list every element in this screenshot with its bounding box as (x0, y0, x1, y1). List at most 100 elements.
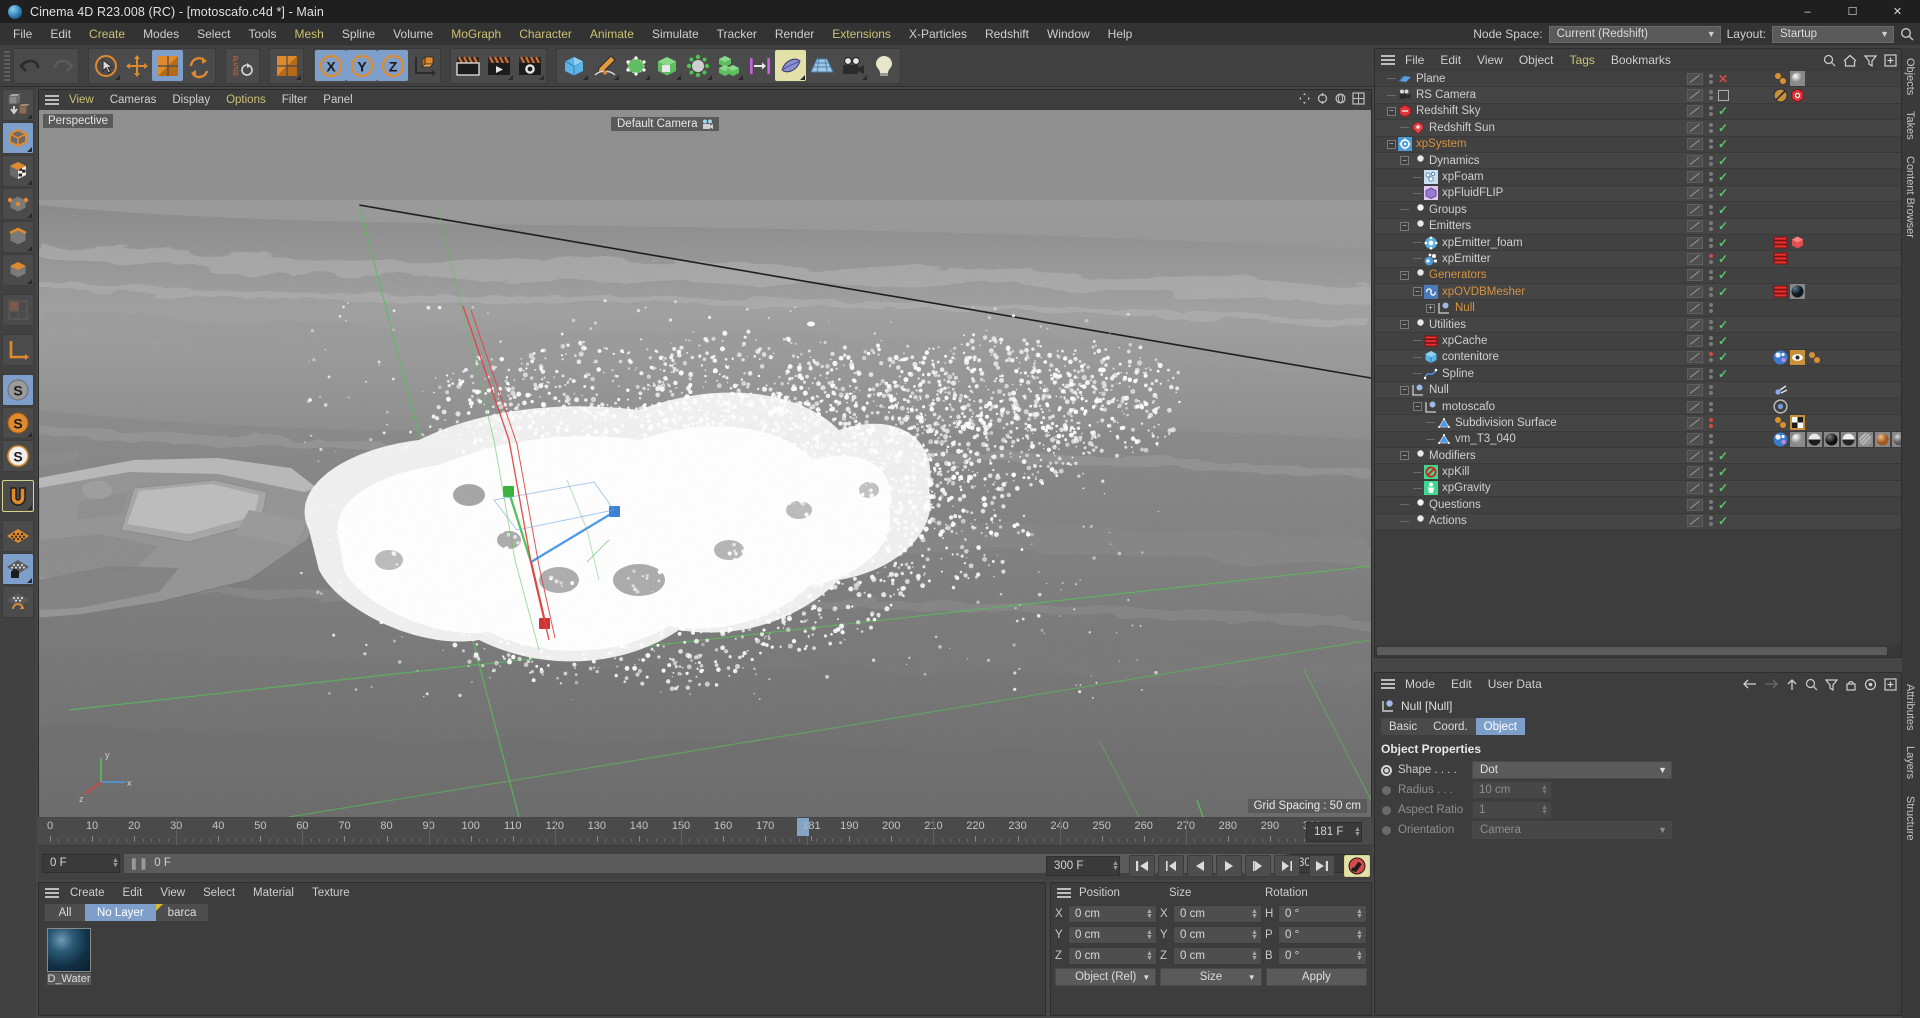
object-tree-row[interactable]: Actions✓ (1375, 514, 1901, 530)
enabled-check-icon[interactable]: ✓ (1718, 318, 1728, 332)
spinner-icon[interactable]: ▲▼ (1250, 951, 1259, 961)
spinner-icon[interactable]: ▲▼ (1250, 909, 1259, 919)
make-editable-button[interactable] (2, 89, 34, 121)
object-layer-box[interactable] (1687, 401, 1703, 413)
visibility-dots-icon[interactable] (1709, 301, 1713, 315)
object-name-label[interactable]: xpOVDBMesher (1442, 286, 1525, 298)
object-name-label[interactable]: Redshift Sun (1429, 122, 1495, 134)
object-tree-row[interactable]: contenitore✓ (1375, 350, 1901, 366)
tag-cache-tag[interactable] (1773, 251, 1788, 266)
add-panel-icon[interactable] (1884, 678, 1897, 691)
timeline-playhead[interactable] (797, 818, 809, 836)
enabled-check-icon[interactable]: ✓ (1718, 121, 1728, 135)
visibility-dots-icon[interactable] (1709, 318, 1713, 332)
visibility-dots-icon[interactable] (1709, 432, 1713, 446)
menu-item-animate[interactable]: Animate (581, 23, 643, 45)
menu-item-modes[interactable]: Modes (134, 23, 188, 45)
viewport-menu-icon[interactable] (43, 93, 61, 107)
visibility-dots-icon[interactable] (1709, 449, 1713, 463)
render-queue-button[interactable] (483, 50, 514, 81)
back-arrow-icon[interactable] (1742, 678, 1757, 690)
menu-item-select[interactable]: Select (188, 23, 239, 45)
object-tree-row[interactable]: −Utilities✓ (1375, 317, 1901, 333)
object-tree-row[interactable]: Subdivision Surface (1375, 415, 1901, 431)
axis-z-toggle[interactable]: Z (377, 50, 408, 81)
size-z-input[interactable]: 0 cm▲▼ (1173, 947, 1262, 965)
visibility-dots-icon[interactable] (1709, 219, 1713, 233)
viewport-3d-canvas[interactable]: y x z Perspective Default Camera Grid Sp… (39, 110, 1371, 817)
visibility-dots-icon[interactable] (1709, 334, 1713, 348)
collapse-toggle-icon[interactable]: − (1400, 386, 1409, 395)
tag-mat-grey2[interactable] (1892, 432, 1901, 447)
object-tree-row[interactable]: vm_T3_040 (1375, 432, 1901, 448)
floor-button[interactable] (806, 50, 837, 81)
object-manager-menu-icon[interactable] (1379, 53, 1397, 67)
tag-checker-tag[interactable] (1790, 415, 1805, 430)
tag-mat-copper[interactable] (1875, 432, 1890, 447)
viewport-menu-panel[interactable]: Panel (315, 94, 360, 106)
field-button[interactable] (775, 50, 806, 81)
axis-x-toggle[interactable]: X (315, 50, 346, 81)
move-tool[interactable] (121, 50, 152, 81)
object-name-label[interactable]: Spline (1442, 368, 1474, 380)
tag-redshift-camera-tag[interactable] (1790, 88, 1805, 103)
collapse-toggle-icon[interactable]: − (1400, 271, 1409, 280)
object-layer-box[interactable] (1687, 89, 1703, 101)
position-x-input[interactable]: 0 cm▲▼ (1068, 905, 1157, 923)
object-manager-menu-bookmarks[interactable]: Bookmarks (1603, 53, 1679, 67)
snap-enable-button[interactable]: S (2, 374, 34, 406)
object-name-label[interactable]: xpFluidFLIP (1442, 187, 1503, 199)
points-mode-button[interactable] (2, 188, 34, 220)
menu-item-tools[interactable]: Tools (239, 23, 285, 45)
pan-view-icon[interactable] (1298, 92, 1311, 105)
tag-mat-grey1[interactable] (1790, 432, 1805, 447)
object-tree-row[interactable]: −motoscafo (1375, 399, 1901, 415)
viewport-menu-options[interactable]: Options (218, 94, 274, 106)
object-tree-row[interactable]: Groups✓ (1375, 202, 1901, 218)
object-layer-box[interactable] (1687, 335, 1703, 347)
enabled-check-icon[interactable]: ✓ (1718, 268, 1728, 282)
material-menu-material[interactable]: Material (244, 887, 303, 899)
object-tree-row[interactable]: Spline✓ (1375, 366, 1901, 382)
visibility-dots-icon[interactable] (1709, 154, 1713, 168)
object-tree[interactable]: Plane✕RS Camera−Redshift Sky✓Redshift Su… (1375, 71, 1901, 616)
viewport-menu-cameras[interactable]: Cameras (102, 94, 165, 106)
object-tree-row[interactable]: −xpOVDBMesher✓ (1375, 284, 1901, 300)
menu-item-character[interactable]: Character (510, 23, 581, 45)
coordinate-mode-dropdown[interactable]: Object (Rel) ▼ (1055, 968, 1156, 986)
material-swatch-item[interactable]: D_Water (47, 928, 91, 985)
object-tree-row[interactable]: xpEmitter✓ (1375, 251, 1901, 267)
menu-item-create[interactable]: Create (80, 23, 134, 45)
attribute-dropdown[interactable]: Camera▼ (1472, 821, 1672, 839)
spinner-icon[interactable]: ▲▼ (1349, 827, 1358, 837)
collapse-toggle-icon[interactable]: − (1400, 320, 1409, 329)
render-view-button[interactable] (452, 50, 483, 81)
magnet-tool-button[interactable] (2, 480, 34, 512)
object-tree-row[interactable]: xpGravity✓ (1375, 481, 1901, 497)
object-name-label[interactable]: xpEmitter (1442, 253, 1491, 265)
filter-icon[interactable] (1825, 678, 1838, 691)
visibility-dots-icon[interactable] (1709, 186, 1713, 200)
menu-item-help[interactable]: Help (1099, 23, 1142, 45)
polygons-mode-button[interactable] (2, 254, 34, 286)
tag-xp-tag[interactable] (1773, 432, 1788, 447)
object-name-label[interactable]: xpSystem (1416, 138, 1467, 150)
position-y-input[interactable]: 0 cm▲▼ (1068, 926, 1157, 944)
enabled-check-icon[interactable]: ✓ (1718, 350, 1728, 364)
object-tree-row[interactable]: −Dynamics✓ (1375, 153, 1901, 169)
enabled-check-icon[interactable]: ✓ (1718, 203, 1728, 217)
attributes-menu-user-data[interactable]: User Data (1480, 677, 1550, 691)
effector-button[interactable] (744, 50, 775, 81)
next-key-button[interactable] (1274, 855, 1300, 877)
search-icon[interactable] (1900, 27, 1914, 41)
texture-mode-button[interactable] (2, 155, 34, 187)
menu-item-extensions[interactable]: Extensions (823, 23, 900, 45)
size-x-input[interactable]: 0 cm▲▼ (1173, 905, 1262, 923)
bend-deformer-button[interactable] (651, 50, 682, 81)
spinner-icon[interactable]: ▲▼ (1355, 951, 1364, 961)
dock-tab-objects[interactable]: Objects (1902, 50, 1918, 103)
object-name-label[interactable]: Emitters (1429, 220, 1471, 232)
visibility-dots-icon[interactable] (1709, 481, 1713, 495)
collapse-toggle-icon[interactable]: − (1413, 402, 1422, 411)
layer-tab-no-layer[interactable]: No Layer (85, 904, 156, 921)
